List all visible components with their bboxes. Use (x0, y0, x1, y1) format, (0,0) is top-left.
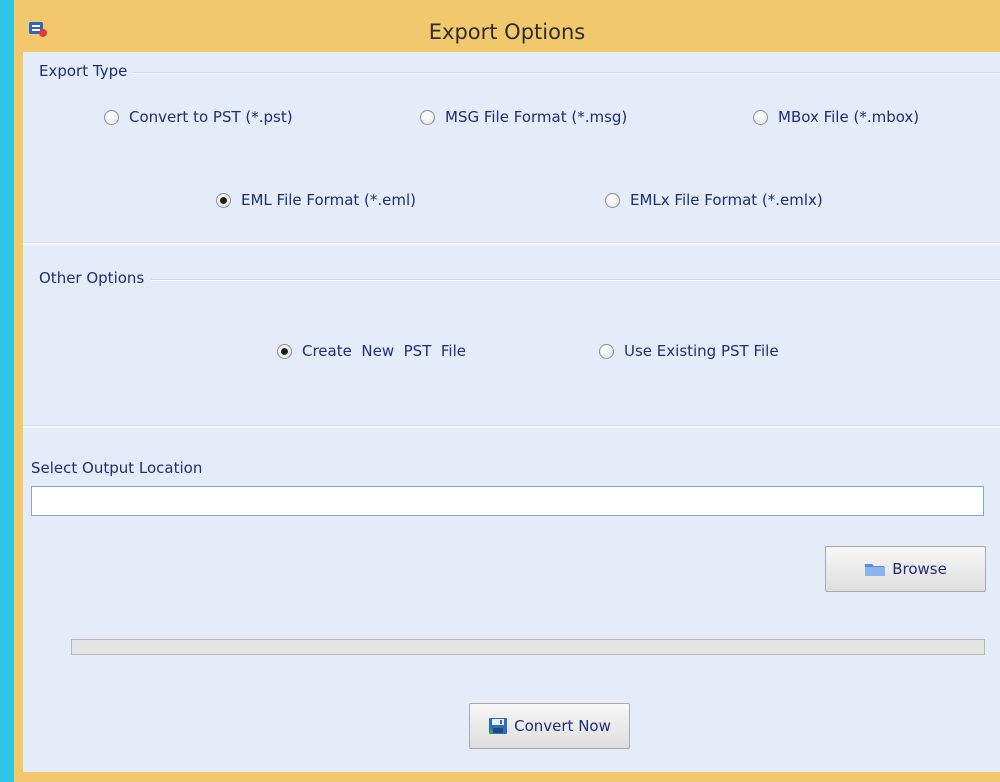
other-options-divider (151, 279, 1000, 281)
radio-indicator (605, 192, 620, 208)
radio-eml-format[interactable]: EML File Format (*.eml) (216, 191, 416, 209)
export-type-divider (133, 72, 1000, 74)
radio-indicator (599, 343, 614, 359)
radio-emlx-format[interactable]: EMLx File Format (*.emlx) (605, 191, 823, 209)
browse-label: Browse (892, 560, 947, 578)
section-divider (23, 425, 1000, 428)
radio-indicator (420, 109, 435, 125)
export-options-window: Export Options Export Type Convert to PS… (14, 0, 1000, 782)
radio-indicator (104, 109, 119, 125)
output-location-input[interactable] (31, 486, 984, 516)
convert-now-label: Convert Now (514, 717, 611, 735)
dialog-body: Export Type Convert to PST (*.pst) MSG F… (23, 52, 1000, 772)
other-options-label: Other Options (39, 269, 145, 287)
output-location-label: Select Output Location (31, 459, 203, 477)
radio-msg-format[interactable]: MSG File Format (*.msg) (420, 108, 627, 126)
progress-bar (71, 639, 985, 655)
radio-use-existing-pst[interactable]: Use Existing PST File (599, 342, 779, 360)
radio-indicator (753, 109, 768, 125)
radio-convert-pst[interactable]: Convert to PST (*.pst) (104, 108, 293, 126)
export-type-label: Export Type (39, 62, 128, 80)
folder-icon (865, 564, 886, 576)
radio-create-new-pst[interactable]: Create New PST File (277, 342, 466, 360)
radio-mbox-file[interactable]: MBox File (*.mbox) (753, 108, 919, 126)
section-divider (23, 242, 1000, 245)
radio-indicator (277, 343, 292, 359)
window-title: Export Options (428, 20, 586, 44)
save-icon (489, 718, 508, 734)
convert-now-button[interactable]: Convert Now (469, 703, 630, 749)
browse-button[interactable]: Browse (825, 546, 986, 592)
title-bar: Export Options (14, 0, 1000, 52)
radio-indicator (216, 192, 231, 208)
